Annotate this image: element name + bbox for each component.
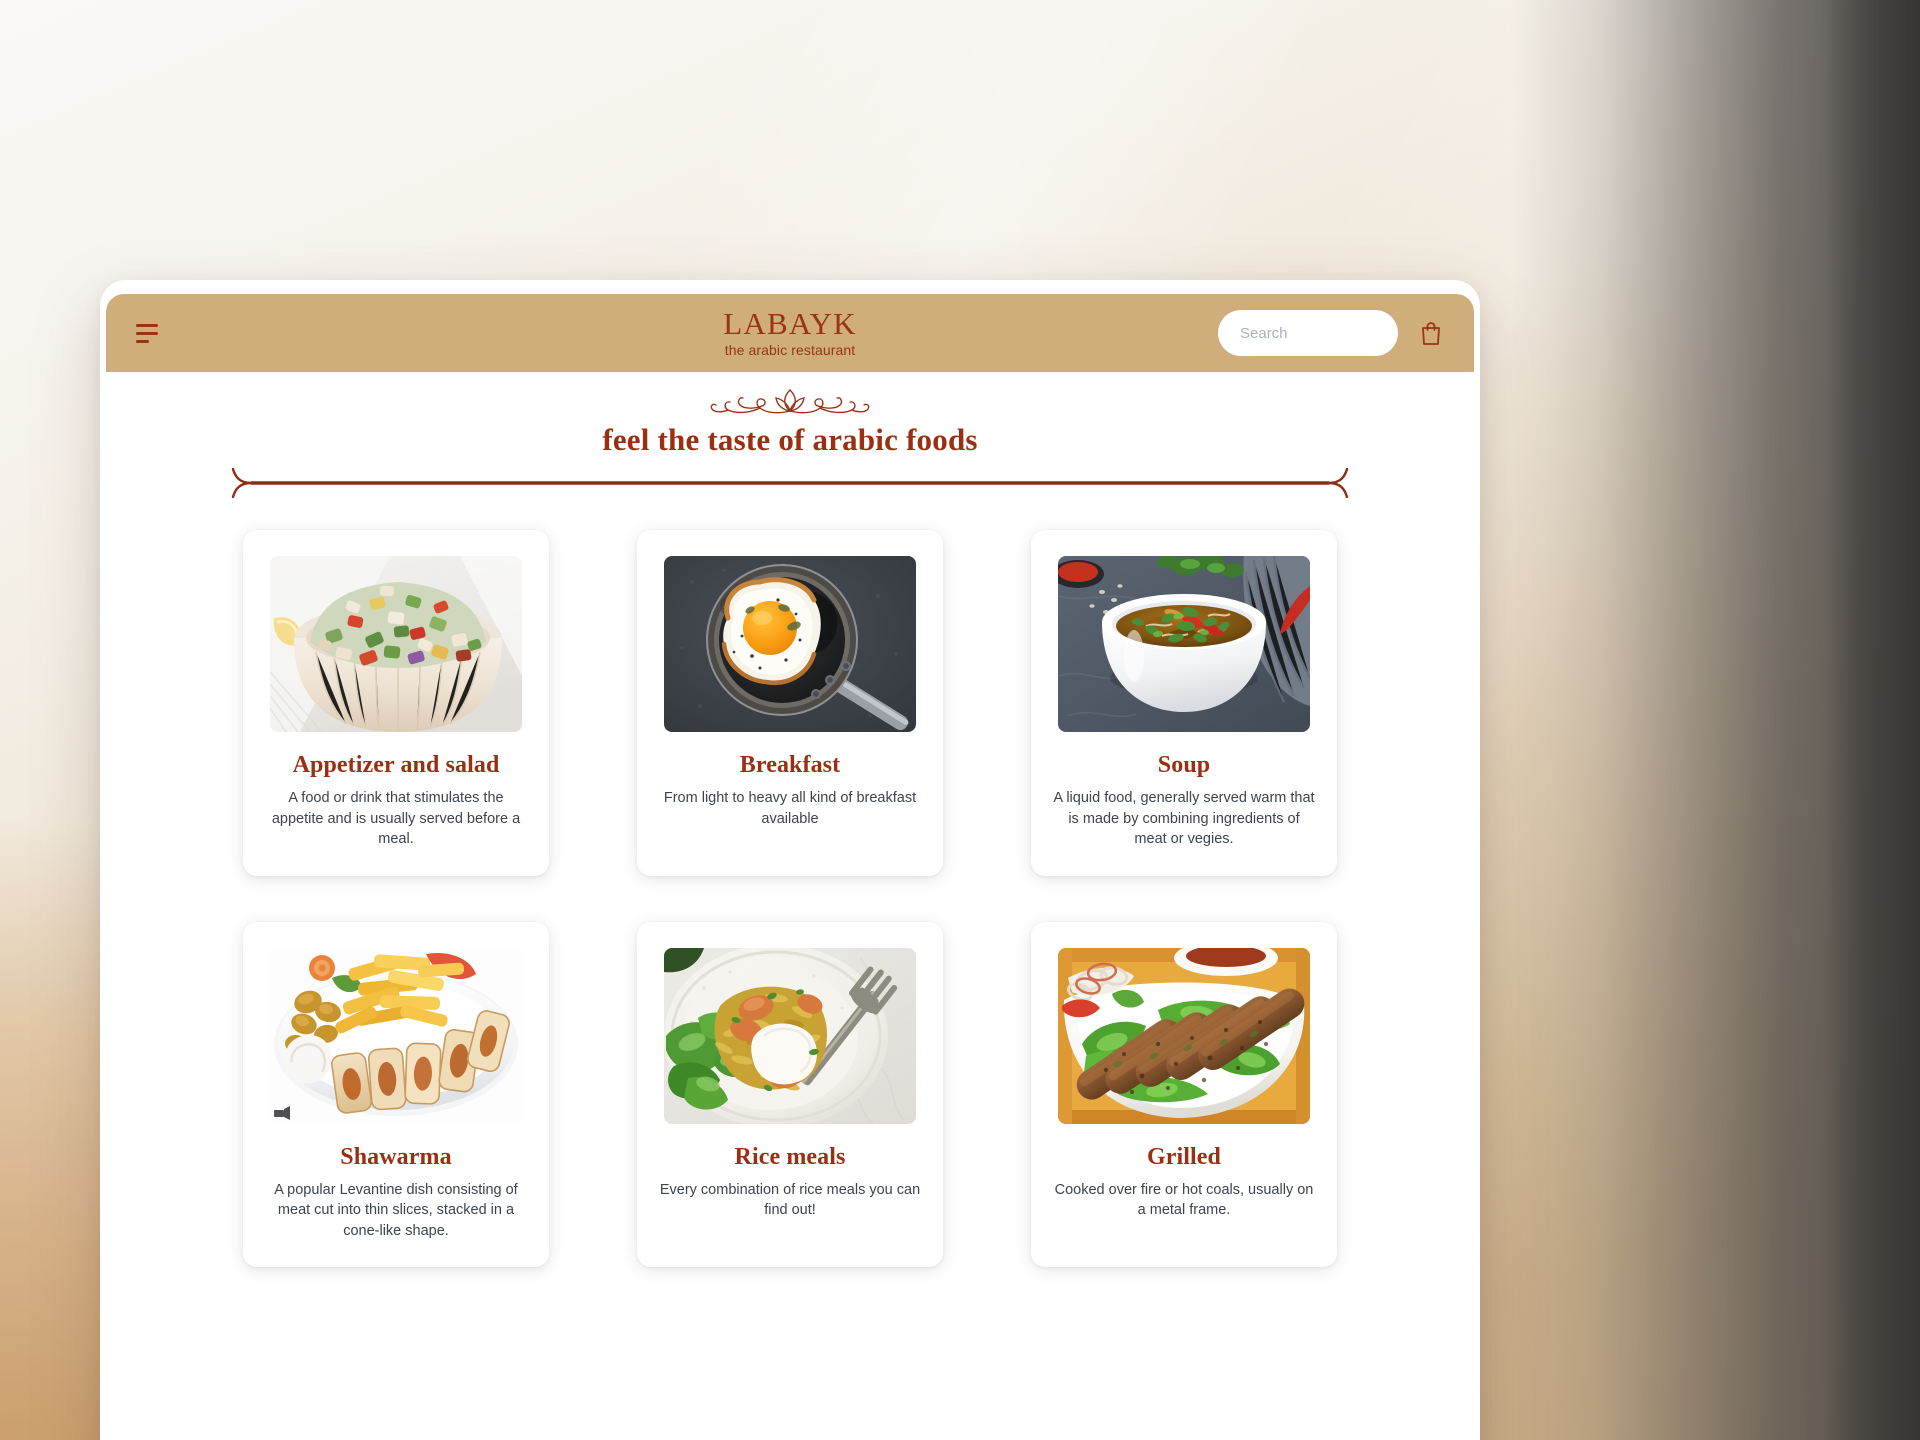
category-title: Grilled	[1146, 1143, 1222, 1170]
category-title: Rice meals	[734, 1143, 846, 1170]
category-card-appetizer-and-salad[interactable]: Appetizer and salad A food or drink that…	[243, 530, 549, 876]
menu-line-1	[136, 323, 158, 327]
category-title: Soup	[1157, 752, 1211, 778]
menu-line-2	[136, 331, 158, 335]
browser-viewport: LABAYK the arabic restaurant Search feel…	[106, 294, 1474, 1440]
menu-line-3	[136, 339, 149, 343]
page-title: feel the taste of arabic foods	[602, 422, 978, 457]
category-image-shawarma	[270, 947, 522, 1124]
category-image-soup	[1058, 556, 1310, 732]
category-card-rice-meals[interactable]: Rice meals Every combination of rice mea…	[637, 921, 943, 1268]
category-title: Shawarma	[340, 1143, 452, 1170]
hero-section: feel the taste of arabic foods	[106, 372, 1474, 499]
category-description: Every combination of rice meals you can …	[659, 1181, 921, 1219]
category-title: Appetizer and salad	[292, 752, 500, 778]
flourish-ornament-icon	[106, 386, 1474, 420]
category-card-shawarma[interactable]: Shawarma A popular Levantine dish consis…	[243, 921, 549, 1268]
site-header: LABAYK the arabic restaurant	[106, 294, 1474, 372]
category-description: From light to heavy all kind of breakfas…	[663, 790, 917, 827]
category-description: A food or drink that stimulates the appe…	[271, 790, 521, 848]
category-title: Breakfast	[739, 752, 841, 778]
hamburger-menu-icon[interactable]	[132, 313, 172, 353]
category-description: A liquid food, generally served warm tha…	[1053, 790, 1315, 848]
header-actions	[1218, 310, 1448, 356]
category-image-appetizer-and-salad	[270, 556, 522, 732]
category-image-rice-meals	[664, 947, 916, 1124]
backdrop-right-edge	[1824, 0, 1920, 1440]
category-card-grilled[interactable]: Grilled Cooked over fire or hot coals, u…	[1031, 921, 1337, 1268]
shopping-bag-icon[interactable]	[1414, 315, 1448, 351]
search-input[interactable]	[1218, 310, 1398, 356]
category-card-soup[interactable]: Soup A liquid food, generally served war…	[1031, 530, 1337, 876]
device-mockup: LABAYK the arabic restaurant Search feel…	[100, 280, 1480, 1440]
category-description: Cooked over fire or hot coals, usually o…	[1054, 1181, 1314, 1219]
category-image-grilled	[1058, 947, 1310, 1124]
category-image-breakfast	[664, 556, 916, 732]
category-grid: Appetizer and salad A food or drink that…	[106, 498, 1474, 1268]
category-description: A popular Levantine dish consisting of m…	[274, 1181, 518, 1239]
decorative-divider-icon	[229, 467, 1351, 499]
category-card-breakfast[interactable]: Breakfast From light to heavy all kind o…	[637, 530, 943, 876]
